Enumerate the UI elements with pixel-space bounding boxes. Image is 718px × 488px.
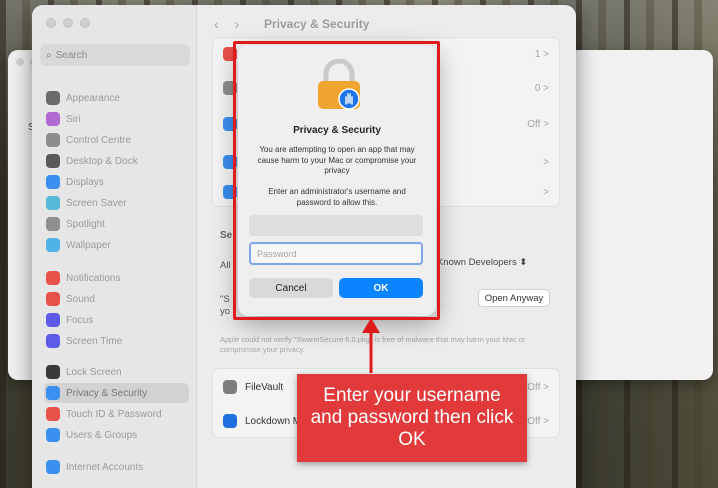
- sidebar-item-label: Desktop & Dock: [66, 155, 138, 167]
- sidebar-item-label: Privacy & Security: [66, 387, 148, 399]
- sidebar-item-label: Touch ID & Password: [66, 408, 162, 420]
- notifications-icon: [46, 271, 60, 285]
- sidebar: ⌕ Search Appearance Siri Control Centre Des…: [32, 5, 197, 488]
- lock-screen-icon: [46, 365, 60, 379]
- sidebar-item[interactable]: Siri: [44, 109, 189, 129]
- wallpaper-icon: [46, 238, 60, 252]
- section-heading: Se: [220, 230, 233, 241]
- sidebar-item-label: Wallpaper: [66, 239, 111, 251]
- sidebar-item-label: Siri: [66, 113, 81, 125]
- fingerprint-icon: [46, 407, 60, 421]
- sidebar-item[interactable]: Screen Saver: [44, 193, 189, 213]
- sidebar-item-label: Displays: [66, 176, 104, 188]
- sidebar-item[interactable]: Wallpaper: [44, 235, 189, 255]
- sidebar-item-label: Appearance: [66, 92, 120, 104]
- sidebar-item-label: Users & Groups: [66, 429, 138, 441]
- sidebar-item-label: Screen Time: [66, 335, 123, 347]
- page-title: Privacy & Security: [264, 17, 370, 31]
- search-placeholder: Search: [55, 49, 88, 61]
- sidebar-item-label: Lock Screen: [66, 366, 122, 378]
- close-button[interactable]: [46, 18, 56, 28]
- control-centre-icon: [46, 133, 60, 147]
- users-icon: [46, 428, 60, 442]
- blocked-label-2: yo: [220, 306, 231, 317]
- sidebar-item[interactable]: Touch ID & Password: [44, 404, 189, 424]
- highlight-frame: [233, 41, 440, 320]
- sidebar-item[interactable]: Internet Accounts: [44, 457, 189, 477]
- search-input[interactable]: ⌕ Search: [40, 44, 190, 66]
- displays-icon: [46, 175, 60, 189]
- developers-select[interactable]: & Known Developers ⬍: [428, 257, 527, 268]
- sidebar-item-label: Internet Accounts: [66, 461, 144, 473]
- sidebar-item[interactable]: Sound: [44, 289, 189, 309]
- filevault-icon: [223, 380, 237, 394]
- blocked-label: "S: [220, 294, 230, 305]
- sidebar-item-label: Screen Saver: [66, 197, 127, 209]
- sidebar-item-label: Notifications: [66, 272, 121, 284]
- annotation-callout: Enter your username and password then cl…: [297, 374, 527, 462]
- window-controls: [46, 18, 90, 28]
- back-arrow-icon[interactable]: ‹: [214, 16, 219, 32]
- sidebar-item[interactable]: Focus: [44, 310, 189, 330]
- sidebar-item[interactable]: Notifications: [44, 268, 189, 288]
- at-icon: [46, 460, 60, 474]
- search-icon: ⌕: [46, 49, 52, 61]
- zoom-button[interactable]: [80, 18, 90, 28]
- sidebar-item[interactable]: Screen Time: [44, 331, 189, 351]
- spotlight-icon: [46, 217, 60, 231]
- minimize-button[interactable]: [63, 18, 73, 28]
- desktop-dock-icon: [46, 154, 60, 168]
- screen-saver-icon: [46, 196, 60, 210]
- malware-warning-text: Apple could not verify "SwannSecure 6.0.…: [220, 335, 526, 354]
- allow-label: All: [220, 260, 231, 271]
- screen-time-icon: [46, 334, 60, 348]
- sidebar-item[interactable]: Lock Screen: [44, 362, 189, 382]
- sidebar-item[interactable]: Control Centre: [44, 130, 189, 150]
- sidebar-item[interactable]: Desktop & Dock: [44, 151, 189, 171]
- sidebar-item[interactable]: Spotlight: [44, 214, 189, 234]
- sound-icon: [46, 292, 60, 306]
- navigation-arrows: ‹ ›: [214, 16, 239, 32]
- focus-icon: [46, 313, 60, 327]
- sidebar-item-label: Focus: [66, 314, 94, 326]
- forward-arrow-icon[interactable]: ›: [235, 16, 240, 32]
- sidebar-item-label: Spotlight: [66, 218, 105, 230]
- siri-icon: [46, 112, 60, 126]
- lockdown-hand-icon: [223, 414, 237, 428]
- sidebar-item-label: Sound: [66, 293, 95, 305]
- sidebar-item[interactable]: Users & Groups: [44, 425, 189, 445]
- sidebar-item[interactable]: Displays: [44, 172, 189, 192]
- privacy-hand-icon: [46, 386, 60, 400]
- appearance-icon: [46, 91, 60, 105]
- open-anyway-button[interactable]: Open Anyway: [478, 289, 550, 307]
- sidebar-item[interactable]: Appearance: [44, 88, 189, 108]
- sidebar-item[interactable]: Privacy & Security: [44, 383, 189, 403]
- sidebar-item-label: Control Centre: [66, 134, 132, 146]
